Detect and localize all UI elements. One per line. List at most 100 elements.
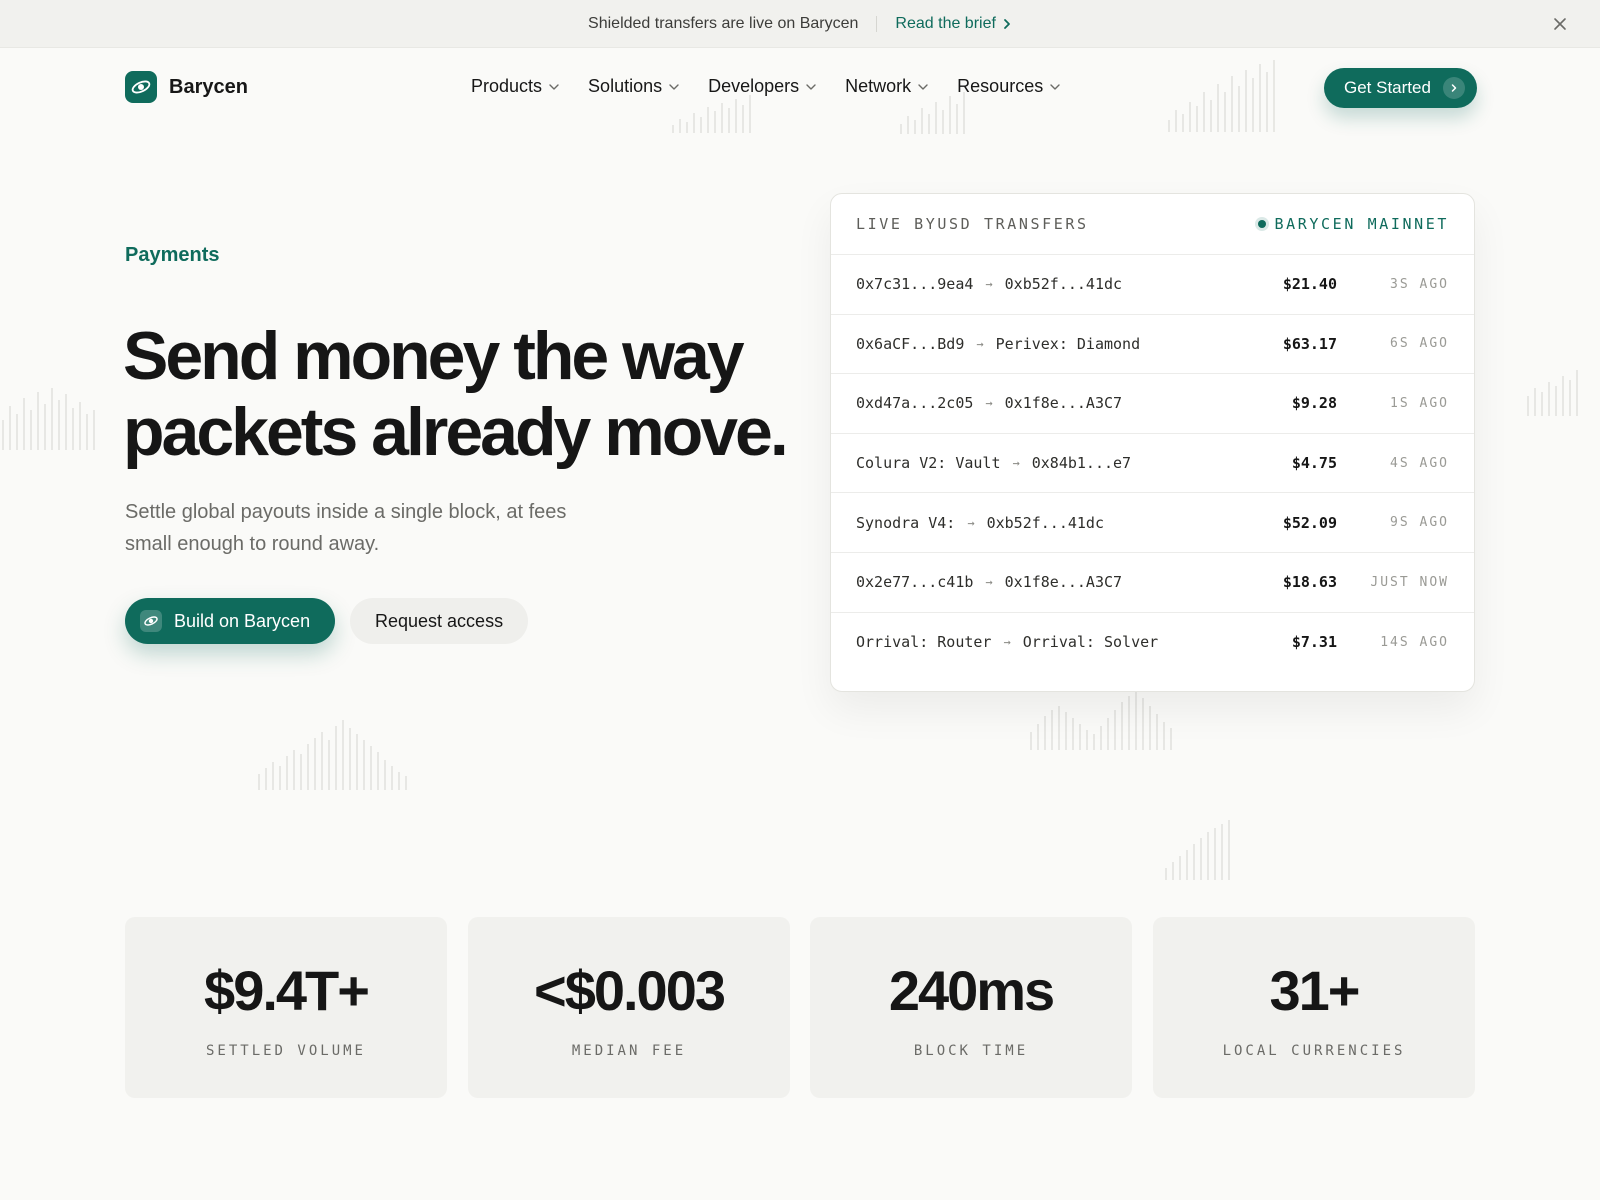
stat-label: MEDIAN FEE [571, 1043, 687, 1059]
transfer-amount: $9.28 [1291, 394, 1337, 413]
transfers-card-header: LIVE BYUSD TRANSFERS BARYCEN MAINNET [831, 194, 1474, 255]
headline-line-2: packets already move. [123, 394, 789, 470]
transfer-route: 0xd47a...2c05 → 0x1f8e...A3C7 [856, 394, 1237, 412]
transfer-row[interactable]: Colura V2: Vault → 0x84b1...e7 $4.75 4S … [831, 434, 1474, 494]
transfer-amount: $63.17 [1282, 334, 1337, 353]
transfer-route: Colura V2: Vault → 0x84b1...e7 [856, 454, 1237, 472]
read-brief-label: Read the brief [895, 14, 996, 32]
stat-value: $9.4T+ [204, 959, 370, 1022]
right-arrow-icon: → [985, 277, 993, 292]
live-transfers-card: LIVE BYUSD TRANSFERS BARYCEN MAINNET 0x7… [830, 193, 1475, 692]
close-icon[interactable] [1550, 14, 1570, 34]
network-label: BARYCEN MAINNET [1274, 215, 1449, 233]
headline-line-1: Send money the way [123, 318, 745, 394]
transfer-amount: $7.31 [1291, 633, 1337, 652]
transfer-time: JUST NOW [1370, 574, 1449, 590]
stat-card-settled-volume: $9.4T+ SETTLED VOLUME [125, 917, 447, 1098]
chevron-down-icon [1050, 83, 1060, 90]
transfer-from: Orrival: Router [856, 633, 992, 652]
transfer-from: 0x6aCF...Bd9 [856, 334, 965, 353]
transfer-amount: $4.75 [1291, 454, 1337, 473]
nav-item-network[interactable]: Network [845, 76, 929, 97]
hero-subtext: Settle global payouts inside a single bl… [125, 501, 567, 555]
get-started-label: Get Started [1344, 78, 1431, 97]
chevron-down-icon [806, 83, 816, 90]
announcement-message: Shielded transfers are live on Barycen [588, 14, 859, 32]
announcement-bar: Shielded transfers are live on Barycen R… [0, 0, 1600, 48]
transfer-route: Synodra V4: → 0xb52f...41dc [856, 514, 1237, 532]
nav-item-label: Products [471, 76, 543, 96]
planet-orbit-logo [125, 71, 157, 103]
transfer-to: Perivex: Diamond [995, 334, 1141, 353]
stat-card-median-fee: <$0.003 MEDIAN FEE [468, 917, 790, 1098]
transfer-row[interactable]: 0xd47a...2c05 → 0x1f8e...A3C7 $9.28 1S A… [831, 374, 1474, 434]
right-arrow-icon: → [985, 396, 993, 411]
transfer-time: 6S AGO [1390, 336, 1449, 352]
stat-card-local-currencies: 31+ LOCAL CURRENCIES [1153, 917, 1475, 1098]
nav-item-solutions[interactable]: Solutions [588, 76, 680, 97]
announcement-divider [876, 15, 878, 32]
decorative-bars [1165, 820, 1230, 880]
brand-name: Barycen [169, 75, 248, 98]
transfer-to: 0x1f8e...A3C7 [1004, 573, 1123, 592]
chevron-down-icon [918, 83, 928, 90]
chevron-right-icon [1442, 77, 1465, 99]
status-dot-icon [1257, 220, 1266, 228]
transfer-row[interactable]: 0x2e77...c41b → 0x1f8e...A3C7 $18.63 JUS… [831, 553, 1474, 613]
read-brief-link[interactable]: Read the brief [895, 15, 1012, 33]
transfer-time: 9S AGO [1390, 515, 1449, 531]
request-access-button[interactable]: Request access [350, 598, 529, 644]
transfer-from: 0xd47a...2c05 [856, 394, 974, 413]
transfer-to: 0xb52f...41dc [1004, 275, 1123, 294]
request-access-label: Request access [375, 610, 504, 631]
transfer-route: 0x7c31...9ea4 → 0xb52f...41dc [856, 275, 1237, 293]
transfer-to: 0xb52f...41dc [986, 513, 1104, 532]
nav-item-developers[interactable]: Developers [708, 76, 817, 97]
nav-item-label: Resources [957, 76, 1044, 96]
build-on-barycen-button[interactable]: Build on Barycen [125, 598, 336, 644]
get-started-button[interactable]: Get Started [1324, 68, 1477, 108]
transfer-time: 14S AGO [1380, 634, 1449, 650]
nav-item-label: Network [845, 76, 912, 96]
right-arrow-icon: → [1012, 456, 1020, 471]
hero-headline: Send money the way packets already move. [123, 318, 803, 470]
build-on-barycen-label: Build on Barycen [174, 610, 311, 631]
transfer-time: 3S AGO [1390, 276, 1449, 292]
stat-value: <$0.003 [534, 959, 726, 1022]
transfer-row[interactable]: 0x7c31...9ea4 → 0xb52f...41dc $21.40 3S … [831, 255, 1474, 315]
right-arrow-icon: → [1003, 635, 1011, 650]
nav-item-products[interactable]: Products [471, 76, 560, 97]
transfer-time: 4S AGO [1390, 455, 1449, 471]
main-navigation: Barycen Products Solutions Developers Ne… [0, 48, 1600, 130]
right-arrow-icon: → [976, 336, 984, 351]
stat-label: BLOCK TIME [913, 1043, 1029, 1059]
decorative-bars [1527, 370, 1578, 416]
transfer-to: 0x1f8e...A3C7 [1004, 394, 1123, 413]
transfer-route: Orrival: Router → Orrival: Solver [856, 633, 1237, 651]
stat-label: SETTLED VOLUME [205, 1043, 366, 1059]
transfer-row[interactable]: Orrival: Router → Orrival: Solver $7.31 … [831, 613, 1474, 673]
chevron-right-icon [1004, 18, 1010, 29]
transfer-amount: $21.40 [1282, 275, 1337, 294]
brand-home-link[interactable]: Barycen [125, 71, 248, 103]
stat-card-block-time: 240ms BLOCK TIME [810, 917, 1132, 1098]
transfer-to: 0x84b1...e7 [1031, 454, 1132, 473]
transfer-route: 0x6aCF...Bd9 → Perivex: Diamond [856, 335, 1237, 353]
decorative-bars [2, 388, 95, 450]
transfer-from: Synodra V4: [856, 513, 956, 532]
nav-item-label: Developers [708, 76, 800, 96]
decorative-bars [1030, 690, 1172, 750]
transfer-to: Orrival: Solver [1022, 633, 1159, 652]
transfer-row[interactable]: 0x6aCF...Bd9 → Perivex: Diamond $63.17 6… [831, 315, 1474, 375]
transfer-from: 0x2e77...c41b [856, 573, 974, 592]
transfers-title: LIVE BYUSD TRANSFERS [856, 215, 1089, 233]
chevron-down-icon [669, 83, 679, 90]
transfer-row[interactable]: Synodra V4: → 0xb52f...41dc $52.09 9S AG… [831, 493, 1474, 553]
network-status: BARYCEN MAINNET [1257, 215, 1449, 233]
nav-item-resources[interactable]: Resources [957, 76, 1061, 97]
stat-label: LOCAL CURRENCIES [1222, 1043, 1406, 1059]
stat-value: 31+ [1269, 959, 1361, 1022]
transfer-from: Colura V2: Vault [856, 454, 1001, 473]
nav-item-label: Solutions [588, 76, 663, 96]
chevron-down-icon [549, 83, 559, 90]
